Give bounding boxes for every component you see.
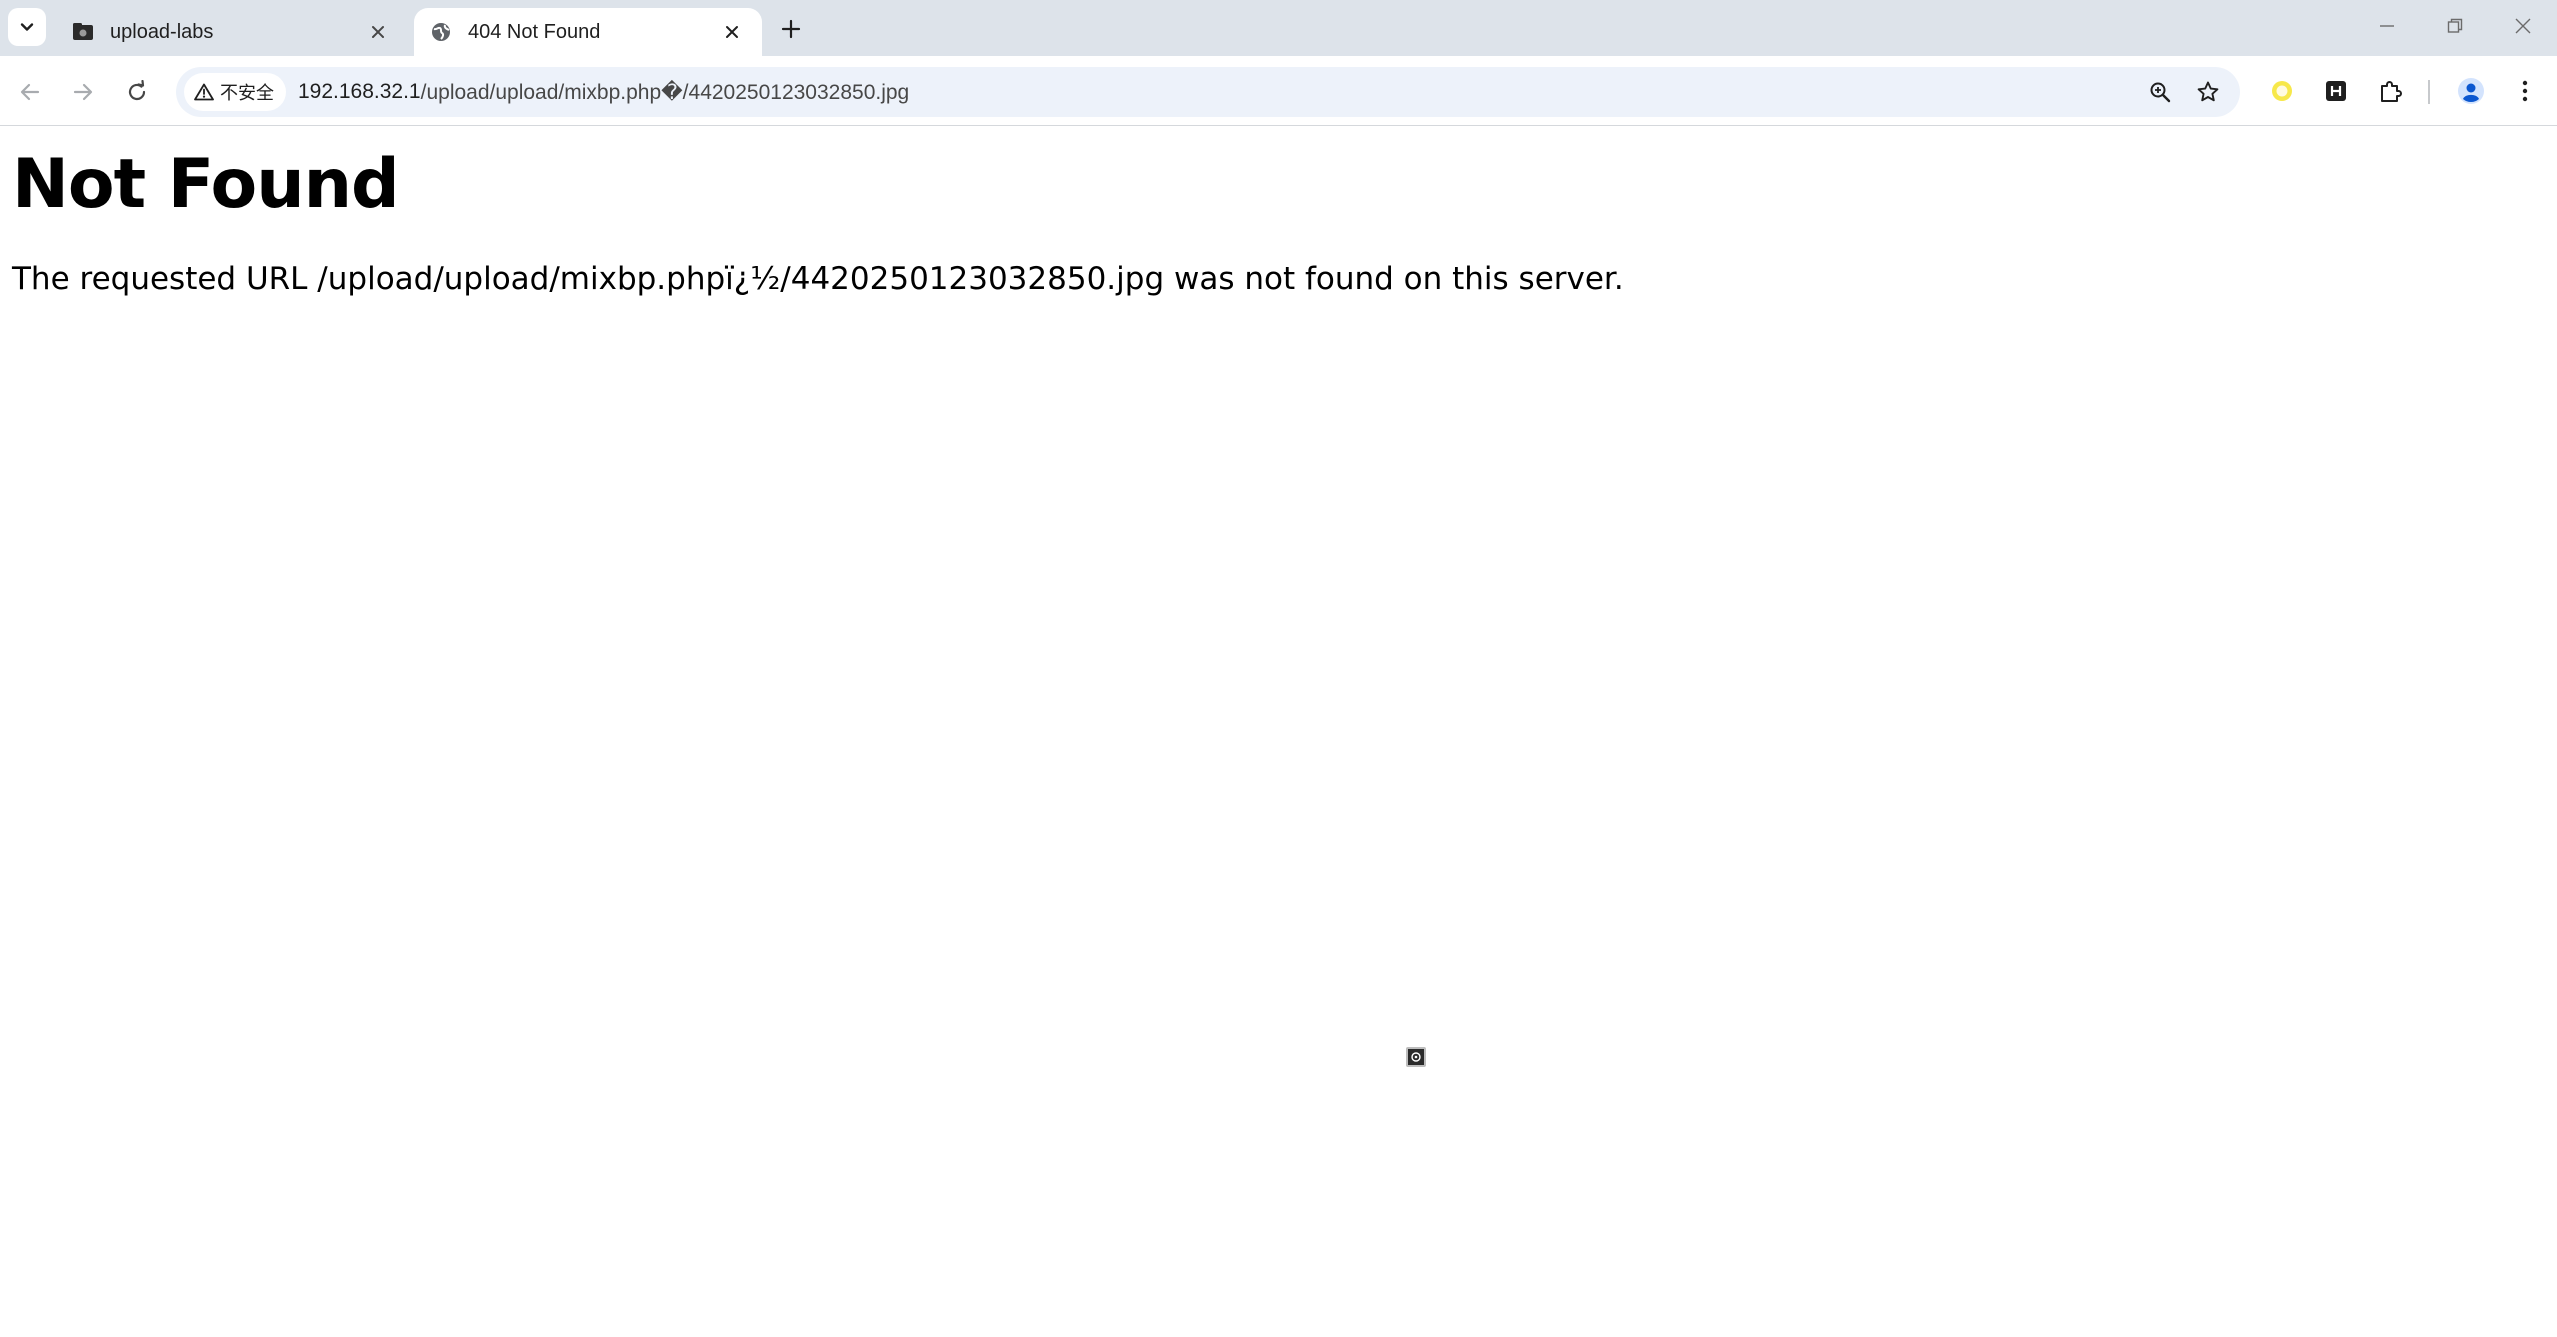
extensions-button[interactable]: [2371, 71, 2411, 111]
plus-icon: [781, 19, 801, 39]
reload-button[interactable]: [117, 72, 157, 112]
zoom-button[interactable]: [2142, 74, 2178, 110]
yellow-circle-extension-button[interactable]: [2262, 71, 2302, 111]
security-label: 不安全: [220, 83, 274, 103]
window-controls: [2353, 0, 2557, 56]
url-host: 192.168.32.1: [298, 80, 421, 103]
yellow-circle-extension-icon: [2272, 81, 2292, 101]
arrow-right-icon: [73, 83, 93, 101]
close-window-button[interactable]: [2489, 0, 2557, 52]
tab-upload-labs[interactable]: upload-labs: [56, 8, 408, 56]
url-path: /upload/upload/mixbp.php�/44202501230328…: [420, 80, 910, 104]
browser-toolbar: 不安全 192.168.32.1/upload/upload/mixbp.php…: [0, 56, 2557, 126]
new-tab-button[interactable]: [774, 12, 808, 46]
tab-search-button[interactable]: [8, 8, 46, 46]
tab-404-not-found[interactable]: 404 Not Found: [414, 8, 762, 56]
star-icon: [2197, 81, 2219, 102]
chevron-down-icon: [20, 23, 34, 31]
minimize-button[interactable]: [2353, 0, 2421, 52]
minimize-icon: [2380, 25, 2394, 27]
globe-icon: [430, 21, 452, 43]
zoom-in-icon: [2150, 82, 2171, 103]
folder-icon: [72, 21, 94, 43]
restore-button[interactable]: [2421, 0, 2489, 52]
tab-title: upload-labs: [110, 20, 214, 43]
more-vertical-icon: [2522, 80, 2528, 102]
restore-icon: [2447, 18, 2463, 33]
tab-strip: upload-labs 404 Not Found: [0, 0, 2557, 56]
cursor-marker-icon: [1406, 1047, 1426, 1067]
h-extension-button[interactable]: [2316, 71, 2356, 111]
page-content: Not Found The requested URL /upload/uplo…: [0, 127, 2557, 1337]
reload-icon: [128, 80, 146, 101]
profile-button[interactable]: [2451, 71, 2491, 111]
url-text[interactable]: 192.168.32.1/upload/upload/mixbp.php�/44…: [298, 67, 909, 117]
close-tab-button[interactable]: [718, 18, 746, 46]
avatar-icon: [2458, 78, 2484, 104]
menu-button[interactable]: [2505, 71, 2545, 111]
close-tab-button[interactable]: [364, 18, 392, 46]
back-button[interactable]: [10, 72, 50, 112]
close-icon: [2515, 18, 2531, 34]
bookmark-button[interactable]: [2190, 74, 2226, 110]
arrow-left-icon: [20, 83, 40, 101]
close-icon: [726, 26, 738, 38]
close-icon: [372, 26, 384, 38]
address-bar[interactable]: 不安全 192.168.32.1/upload/upload/mixbp.php…: [176, 67, 2240, 117]
h-extension-icon: [2326, 81, 2346, 101]
puzzle-extensions-icon: [2381, 81, 2402, 102]
warning-icon: [194, 83, 214, 101]
security-chip[interactable]: 不安全: [184, 73, 286, 111]
page-heading: Not Found: [12, 145, 400, 224]
toolbar-separator: [2428, 80, 2430, 104]
forward-button[interactable]: [63, 72, 103, 112]
tab-title: 404 Not Found: [468, 20, 601, 43]
error-message: The requested URL /upload/upload/mixbp.p…: [12, 261, 1624, 297]
